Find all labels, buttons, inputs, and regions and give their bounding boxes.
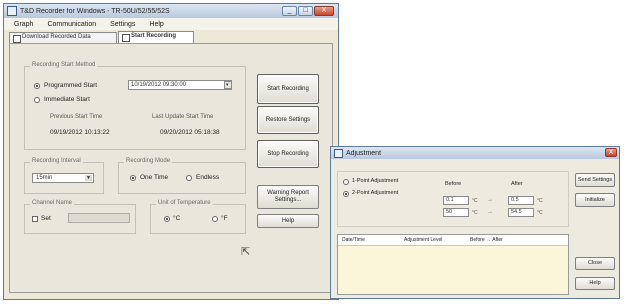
unit-label: Unit of Temperature [156, 200, 213, 206]
row1-after-unit: °C [537, 198, 543, 204]
one-point-radio[interactable] [343, 179, 349, 185]
channel-set-label: Set [41, 215, 51, 222]
close-button[interactable]: X [314, 6, 334, 16]
adjustment-dialog: Adjustment X 1-Point Adjustment 2-Point … [330, 146, 620, 299]
programmed-start-datetime[interactable]: 10/19/2012 09:30:00 [128, 80, 232, 90]
interval-value: 15min [36, 175, 53, 181]
tab-download-recorded-data[interactable]: Download Recorded Data [9, 32, 117, 43]
row2-after-unit: °C [537, 210, 543, 216]
celsius-radio[interactable] [164, 216, 170, 222]
row1-after-input[interactable]: 0.5 [508, 196, 534, 205]
interval-select[interactable]: 15min ▼ [32, 173, 94, 183]
adjustment-title: Adjustment [346, 149, 382, 157]
previous-start-label: Previous Start Time [50, 114, 103, 120]
programmed-start-radio[interactable] [34, 83, 40, 89]
channel-set-checkbox[interactable] [32, 216, 38, 222]
one-point-label: 1-Point Adjustment [352, 178, 399, 184]
row2-before-unit: °C [472, 210, 478, 216]
chevron-down-icon: ▼ [85, 175, 92, 181]
restore-settings-button[interactable]: Restore Settings [257, 106, 319, 134]
tab-download-label: Download Recorded Data [22, 34, 91, 40]
endless-label: Endless [196, 174, 220, 181]
menu-bar: Graph Communication Settings Help [4, 18, 338, 30]
tab-start-recording[interactable]: Start Recording [118, 31, 194, 43]
adjustment-history-table[interactable]: Date/Time Adjustment Level Before → Afte… [337, 234, 569, 295]
main-window: T&D Recorder for Windows - TR-50U/52/55/… [3, 3, 339, 300]
dialog-close-button[interactable]: Close [575, 257, 615, 270]
row2-arrow: → [487, 209, 493, 215]
previous-start-value: 09/19/2012 10:13:22 [50, 129, 110, 136]
start-recording-button[interactable]: Start Recording [257, 74, 319, 104]
app-icon [7, 6, 17, 16]
fahrenheit-label: °F [221, 215, 228, 222]
last-update-label: Last Update Start Time [152, 114, 214, 120]
adjustment-titlebar[interactable]: Adjustment X [331, 147, 619, 159]
initialize-button[interactable]: Initialize [575, 193, 615, 207]
start-recording-panel: Recording Start Method Programmed Start … [9, 43, 333, 293]
channel-name-input[interactable] [68, 213, 130, 223]
row1-before-unit: °C [472, 198, 478, 204]
endless-radio[interactable] [186, 175, 192, 181]
fahrenheit-radio[interactable] [212, 216, 218, 222]
send-settings-button[interactable]: Send Settings [575, 173, 615, 187]
datetime-picker-toggle[interactable]: ▾ [224, 81, 232, 89]
celsius-label: °C [173, 215, 181, 222]
start-method-group [24, 66, 246, 150]
start-method-label: Recording Start Method [30, 62, 98, 68]
two-point-label: 2-Point Adjustment [352, 190, 399, 196]
help-button[interactable]: Help [257, 214, 319, 228]
minimize-button[interactable]: _ [282, 6, 297, 16]
stop-recording-button[interactable]: Stop Recording [257, 140, 319, 168]
adjustment-close-x-button[interactable]: X [605, 148, 617, 157]
warning-report-settings-button[interactable]: Warning Report Settings... [257, 185, 319, 209]
mouse-pointer-icon: ⇱ [241, 246, 251, 258]
after-header: After [511, 181, 523, 187]
adjustment-table-header: Date/Time Adjustment Level Before → Afte… [338, 235, 568, 246]
window-title: T&D Recorder for Windows - TR-50U/52/55/… [20, 7, 170, 15]
channel-name-label: Channel Name [30, 200, 75, 206]
programmed-start-label: Programmed Start [44, 82, 98, 89]
maximize-button[interactable]: □ [298, 6, 313, 16]
immediate-start-radio[interactable] [34, 97, 40, 103]
row2-before-input[interactable]: 50 [443, 208, 469, 217]
menu-graph[interactable]: Graph [14, 21, 33, 28]
recording-icon [122, 34, 130, 42]
recording-mode-label: Recording Mode [124, 158, 173, 164]
recording-mode-group [118, 162, 246, 194]
main-titlebar[interactable]: T&D Recorder for Windows - TR-50U/52/55/… [4, 4, 338, 18]
dialog-icon [334, 148, 343, 158]
before-header: Before [445, 181, 462, 187]
dialog-help-button[interactable]: Help [575, 277, 615, 290]
row1-arrow: → [487, 197, 493, 203]
last-update-value: 09/20/2012 05:18:38 [160, 129, 220, 136]
menu-communication[interactable]: Communication [47, 21, 96, 28]
tab-start-label: Start Recording [131, 33, 177, 39]
row1-before-input[interactable]: 0.1 [443, 196, 469, 205]
one-time-label: One Time [140, 174, 169, 181]
col-adjustment-level: Adjustment Level [404, 237, 443, 243]
col-before-after: Before → After [470, 237, 503, 243]
menu-help[interactable]: Help [149, 21, 163, 28]
col-date-time: Date/Time [342, 237, 365, 243]
immediate-start-label: Immediate Start [44, 96, 90, 103]
row2-after-input[interactable]: 54.5 [508, 208, 534, 217]
interval-label: Recording Interval [30, 158, 83, 164]
download-icon [13, 35, 21, 43]
two-point-radio[interactable] [343, 191, 349, 197]
one-time-radio[interactable] [130, 175, 136, 181]
menu-settings[interactable]: Settings [110, 21, 135, 28]
